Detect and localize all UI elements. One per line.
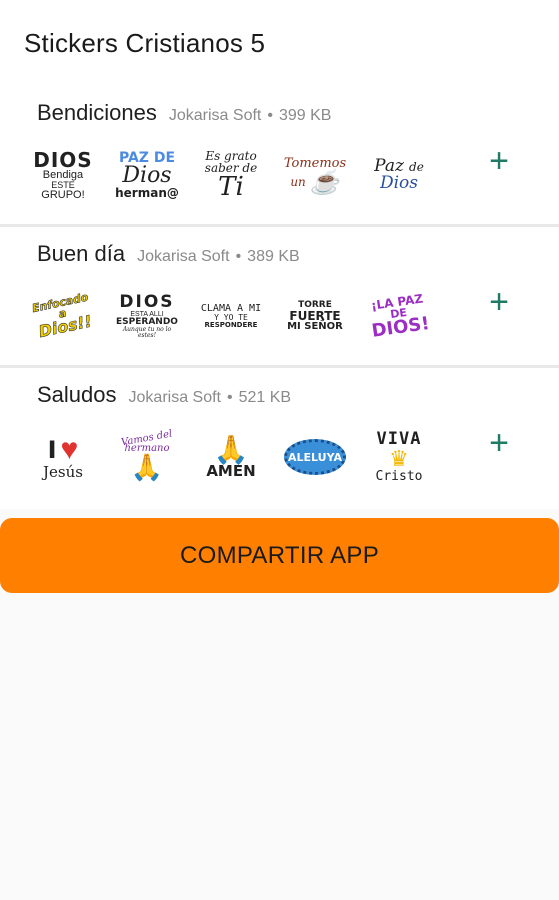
pack-author: Jokarisa Soft [137,248,230,265]
pack-size: 399 KB [278,107,332,124]
add-pack-plus-icon[interactable]: + [489,285,509,319]
aleluya-burst-sticker: ALELUYA [282,424,348,490]
add-pack-plus-icon[interactable]: + [489,426,509,460]
paz-de-dios-sticker: Paz de Dios [374,156,424,193]
pack-author: Jokarisa Soft [128,389,221,406]
add-pack-plus-icon[interactable]: + [489,144,509,178]
folded-hands-icon: 🙏 [213,433,249,465]
dios-bendiga-sticker: DIOS Bendiga este grupo! [33,147,93,201]
amen-hands-sticker: 🙏 AMEN [206,433,256,480]
pack-author: Jokarisa Soft [168,107,262,124]
share-app-label: COMPARTIR APP [179,541,380,569]
share-app-button[interactable]: COMPARTIR APP [0,518,559,593]
tomemos-un-cafe-sticker: Tomemos un ☕ [283,155,347,196]
sticker-preview-row: Enfocado a Dios!! DIOS ESTA ALLI ESPERAN… [20,283,539,349]
clama-a-mi-sticker: CLAMA A MI Y YO TE RESPONDERE [200,302,262,329]
pack-header: Saludos Jokarisa Soft • 521 KB [20,382,539,414]
pack-meta: Jokarisa Soft • 399 KB [168,107,332,124]
i-love-jesus-sticker: I ♥ Jesús [43,432,83,481]
crown-icon: ♛ [389,446,409,471]
torre-fuerte-sticker: TORRE FUERTE MI SEÑOR [287,299,343,332]
sticker-pack-buen-dia[interactable]: Buen día Jokarisa Soft • 389 KB Enfocado a… [0,227,559,368]
sticker-preview-row: DIOS Bendiga este grupo! PAZ DE Dios her… [20,142,539,208]
praying-hands-sticker: Vamos del hermano 🙏 [120,428,174,482]
sticker-preview-row: I ♥ Jesús Vamos del hermano 🙏 🙏 AMEN ALE… [20,424,539,490]
heart-icon: ♥ [60,432,79,466]
es-grato-saber-de-ti-sticker: Es grato saber de Ti [204,149,258,202]
pack-size: 389 KB [247,248,300,265]
sticker-pack-saludos[interactable]: Saludos Jokarisa Soft • 521 KB I ♥ Jesús V… [0,368,559,509]
pack-name: Bendiciones [37,100,157,125]
la-paz-de-dios-sticker: ¡LA PAZ DE DIOS! [370,291,431,342]
pack-header: Buen día Jokarisa Soft • 389 KB [20,241,539,273]
pack-name: Buen día [37,241,126,266]
pack-meta: Jokarisa Soft • 389 KB [137,248,300,265]
pack-header: Bendiciones Jokarisa Soft • 399 KB [20,100,539,132]
pack-meta: Jokarisa Soft • 521 KB [128,389,292,406]
pack-size: 521 KB [238,389,292,406]
praying-hands-icon: 🙏 [130,452,164,482]
dios-esta-alli-esperando-sticker: DIOS ESTA ALLI ESPERANDO Aunque tu no lo… [116,291,178,339]
sticker-pack-bendiciones[interactable]: Bendiciones Jokarisa Soft • 399 KB DIOS Be… [0,86,559,227]
coffee-cup-icon: ☕ [309,167,340,196]
pack-name: Saludos [37,382,117,407]
app-bar: Stickers Cristianos 5 [0,0,559,86]
viva-cristo-crown-sticker: VIVA ♛ Cristo [375,429,423,484]
paz-de-dios-hermano-sticker: PAZ DE Dios herman@ [115,150,179,200]
page-title: Stickers Cristianos 5 [24,27,266,58]
enfocado-a-dios-sticker: Enfocado a Dios!! [30,290,94,342]
